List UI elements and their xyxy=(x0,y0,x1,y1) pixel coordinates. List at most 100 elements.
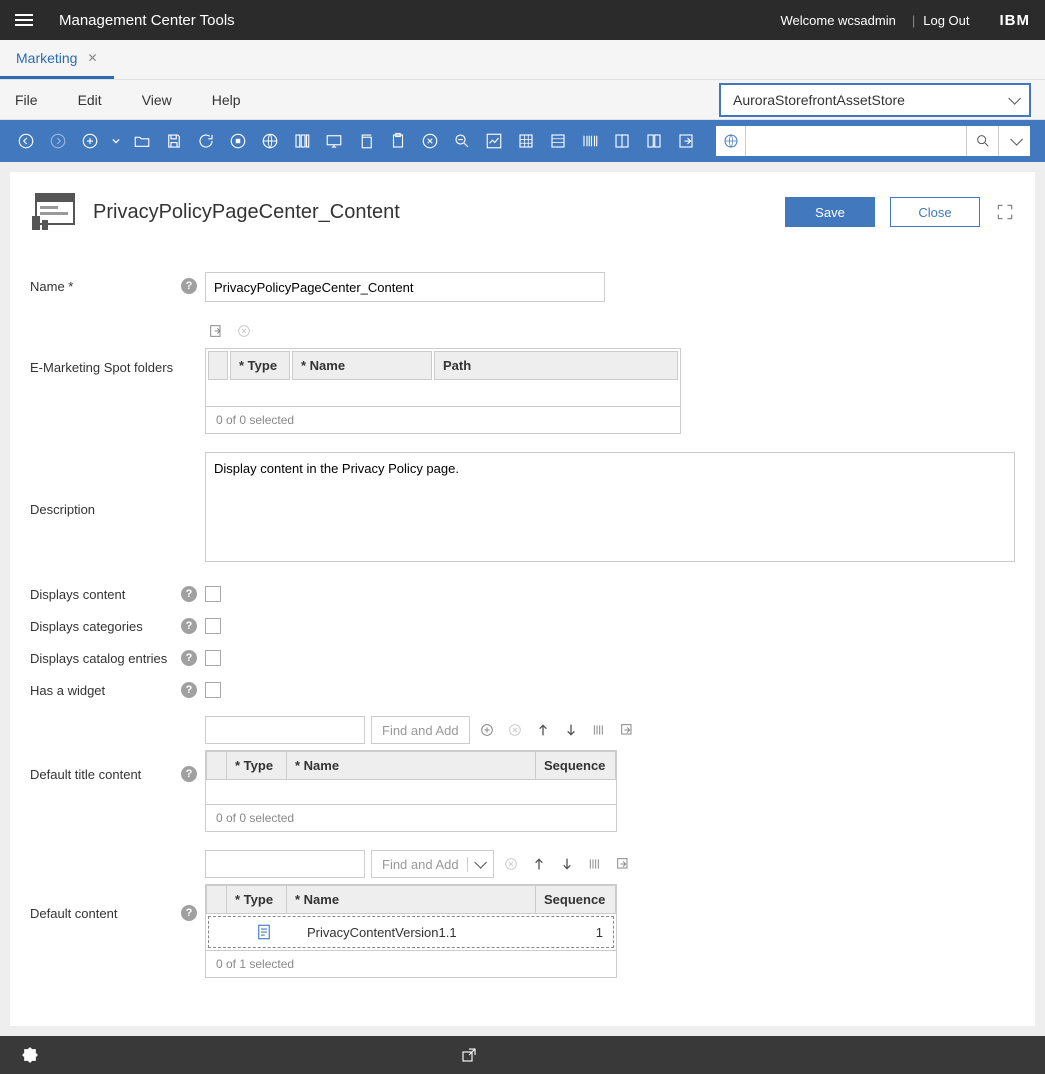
help-icon[interactable]: ? xyxy=(181,586,197,602)
back-icon[interactable] xyxy=(15,130,37,152)
menu-edit[interactable]: Edit xyxy=(78,92,102,108)
forward-icon[interactable] xyxy=(47,130,69,152)
ibm-logo: IBM xyxy=(1000,12,1031,29)
displays-catalog-label: Displays catalog entries xyxy=(30,651,167,666)
page-title: PrivacyPolicyPageCenter_Content xyxy=(93,201,770,224)
columns-config-icon[interactable] xyxy=(584,853,606,875)
find-and-add-button[interactable]: Find and Add xyxy=(371,716,470,744)
store-selector[interactable]: AuroraStorefrontAssetStore xyxy=(720,84,1030,116)
col-type[interactable]: * Type xyxy=(227,886,287,914)
save-button[interactable]: Save xyxy=(785,197,875,227)
arrow-down-icon[interactable] xyxy=(556,853,578,875)
displays-categories-label: Displays categories xyxy=(30,619,143,634)
col-name[interactable]: * Name xyxy=(292,351,432,380)
layout1-icon[interactable] xyxy=(611,130,633,152)
find-and-add-dropdown[interactable]: Find and Add xyxy=(371,850,494,878)
columns-icon[interactable] xyxy=(291,130,313,152)
columns-config-icon[interactable] xyxy=(588,719,610,741)
help-icon[interactable]: ? xyxy=(181,682,197,698)
displays-categories-checkbox[interactable] xyxy=(205,618,221,634)
search-icon[interactable] xyxy=(966,126,998,156)
stop-icon[interactable] xyxy=(227,130,249,152)
new-dropdown-icon[interactable] xyxy=(111,130,121,152)
menu-view[interactable]: View xyxy=(142,92,172,108)
has-widget-checkbox[interactable] xyxy=(205,682,221,698)
col-type[interactable]: * Type xyxy=(230,351,290,380)
logout-link[interactable]: Log Out xyxy=(923,13,969,28)
toolbar xyxy=(0,120,1045,162)
puzzle-icon[interactable] xyxy=(20,1045,40,1065)
displays-content-checkbox[interactable] xyxy=(205,586,221,602)
remove-circle-icon[interactable] xyxy=(233,320,255,342)
export-icon[interactable] xyxy=(675,130,697,152)
name-label: Name * xyxy=(30,279,73,294)
popout-footer-icon[interactable] xyxy=(460,1046,478,1064)
popout-icon[interactable] xyxy=(616,719,638,741)
table-row[interactable]: PrivacyContentVersion1.1 1 xyxy=(208,916,614,948)
search-globe-icon[interactable] xyxy=(716,126,746,156)
find-input-title[interactable] xyxy=(205,716,365,744)
espot-label: E-Marketing Spot folders xyxy=(30,360,173,375)
chevron-down-icon xyxy=(1010,134,1019,149)
footer-bar xyxy=(0,1036,1045,1074)
col-type[interactable]: * Type xyxy=(227,752,287,780)
arrow-down-icon[interactable] xyxy=(560,719,582,741)
search-input[interactable] xyxy=(746,126,966,156)
table-icon[interactable] xyxy=(547,130,569,152)
grid-icon[interactable] xyxy=(515,130,537,152)
displays-catalog-checkbox[interactable] xyxy=(205,650,221,666)
close-icon[interactable]: ✕ xyxy=(87,51,97,65)
copy-icon[interactable] xyxy=(355,130,377,152)
name-field[interactable] xyxy=(205,272,605,302)
search-dropdown[interactable] xyxy=(998,126,1030,156)
chevron-down-icon xyxy=(467,857,489,872)
menu-file[interactable]: File xyxy=(15,92,38,108)
help-icon[interactable]: ? xyxy=(181,278,197,294)
title-table-footer: 0 of 0 selected xyxy=(206,804,616,831)
search-box xyxy=(716,126,1030,156)
screen-icon[interactable] xyxy=(323,130,345,152)
arrow-up-icon[interactable] xyxy=(532,719,554,741)
col-name[interactable]: * Name xyxy=(287,886,536,914)
layout2-icon[interactable] xyxy=(643,130,665,152)
row-sequence: 1 xyxy=(533,925,613,940)
col-name[interactable]: * Name xyxy=(287,752,536,780)
new-icon[interactable] xyxy=(79,130,101,152)
displays-content-label: Displays content xyxy=(30,587,125,602)
help-icon[interactable]: ? xyxy=(181,766,197,782)
hamburger-menu[interactable] xyxy=(15,8,39,32)
globe-icon[interactable] xyxy=(259,130,281,152)
add-circle-icon[interactable] xyxy=(476,719,498,741)
refresh-icon[interactable] xyxy=(195,130,217,152)
zoom-out-icon[interactable] xyxy=(451,130,473,152)
insert-icon[interactable] xyxy=(205,320,227,342)
delete-circle-icon[interactable] xyxy=(419,130,441,152)
default-content-label: Default content xyxy=(30,906,117,921)
close-button[interactable]: Close xyxy=(890,197,980,227)
paste-icon[interactable] xyxy=(387,130,409,152)
col-seq[interactable]: Sequence xyxy=(536,886,616,914)
description-label: Description xyxy=(30,502,95,517)
expand-icon[interactable] xyxy=(995,202,1015,222)
tab-label: Marketing xyxy=(16,50,77,66)
remove-circle-icon[interactable] xyxy=(500,853,522,875)
chart-icon[interactable] xyxy=(483,130,505,152)
arrow-up-icon[interactable] xyxy=(528,853,550,875)
has-widget-label: Has a widget xyxy=(30,683,105,698)
document-icon xyxy=(255,923,273,941)
barcode-icon[interactable] xyxy=(579,130,601,152)
open-folder-icon[interactable] xyxy=(131,130,153,152)
tab-marketing[interactable]: Marketing ✕ xyxy=(0,39,114,79)
menu-help[interactable]: Help xyxy=(212,92,241,108)
help-icon[interactable]: ? xyxy=(181,905,197,921)
content-table-footer: 0 of 1 selected xyxy=(206,950,616,977)
description-field[interactable] xyxy=(205,452,1015,562)
save-icon[interactable] xyxy=(163,130,185,152)
remove-circle-icon[interactable] xyxy=(504,719,526,741)
help-icon[interactable]: ? xyxy=(181,618,197,634)
col-path[interactable]: Path xyxy=(434,351,678,380)
col-seq[interactable]: Sequence xyxy=(536,752,616,780)
find-input-content[interactable] xyxy=(205,850,365,878)
help-icon[interactable]: ? xyxy=(181,650,197,666)
popout-icon[interactable] xyxy=(612,853,634,875)
